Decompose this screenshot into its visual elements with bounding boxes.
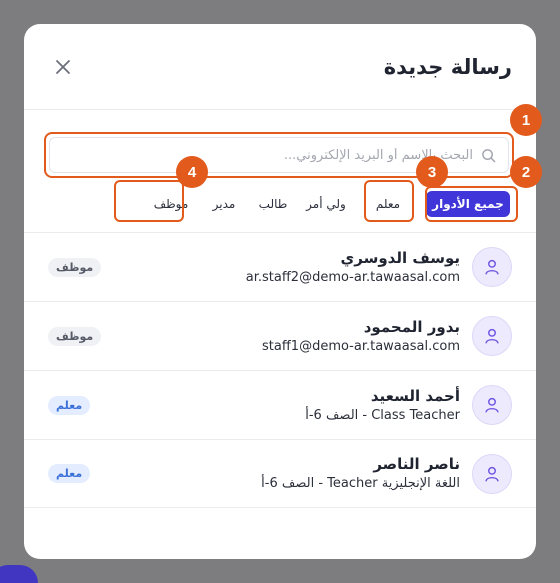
annotation-marker-3: 3	[416, 156, 448, 188]
role-badge: موظف	[48, 326, 102, 346]
avatar	[472, 385, 512, 425]
filter-parent[interactable]: ولي أمر	[300, 191, 352, 217]
contact-detail: Class Teacher - الصف 6-أ	[305, 407, 460, 423]
user-icon	[485, 259, 499, 275]
contact-info: يوسف الدوسري ar.staff2@demo-ar.tawaasal.…	[101, 248, 460, 287]
annotation-marker-1: 1	[510, 104, 542, 136]
contact-row[interactable]: يوسف الدوسري ar.staff2@demo-ar.tawaasal.…	[24, 232, 536, 301]
contact-name: بدور المحمود	[363, 317, 460, 336]
backdrop-button-fragment	[0, 565, 38, 583]
user-icon	[485, 466, 499, 481]
contact-name: يوسف الدوسري	[340, 248, 460, 267]
contact-info: بدور المحمود staff1@demo-ar.tawaasal.com	[101, 317, 460, 356]
contacts-list: يوسف الدوسري ar.staff2@demo-ar.tawaasal.…	[24, 232, 536, 508]
filter-all-roles[interactable]: جميع الأدوار	[426, 191, 510, 217]
search-input[interactable]	[62, 147, 481, 163]
filter-teacher[interactable]: معلم	[362, 191, 414, 217]
contact-row[interactable]: ناصر الناصر اللغة الإنجليزية Teacher - ا…	[24, 439, 536, 508]
user-icon	[485, 328, 499, 344]
role-badge: موظف	[48, 257, 102, 277]
role-badge: معلم	[48, 464, 91, 483]
search-icon	[482, 148, 496, 162]
new-message-modal: رسالة جديدة جميع الأدوار معلم ولي أمر طا…	[24, 24, 536, 559]
annotation-marker-4: 4	[176, 156, 208, 188]
contact-row[interactable]: أحمد السعيد Class Teacher - الصف 6-أ معل…	[24, 370, 536, 439]
contact-detail: ar.staff2@demo-ar.tawaasal.com	[245, 269, 460, 285]
close-button[interactable]	[52, 56, 74, 78]
contact-row[interactable]: بدور المحمود staff1@demo-ar.tawaasal.com…	[24, 301, 536, 370]
avatar	[472, 247, 512, 287]
filter-student[interactable]: طالب	[252, 191, 294, 217]
modal-title: رسالة جديدة	[383, 54, 512, 79]
contact-name: ناصر الناصر	[373, 455, 460, 473]
user-icon	[485, 397, 499, 413]
contact-name: أحمد السعيد	[370, 386, 460, 405]
contact-detail: staff1@demo-ar.tawaasal.com	[262, 338, 460, 354]
avatar	[472, 453, 512, 494]
contact-info: أحمد السعيد Class Teacher - الصف 6-أ	[90, 386, 460, 425]
contact-info: ناصر الناصر اللغة الإنجليزية Teacher - ا…	[90, 454, 460, 493]
contact-detail: اللغة الإنجليزية Teacher - الصف 6-أ	[261, 476, 460, 491]
role-badge: معلم	[48, 395, 91, 415]
filter-staff[interactable]: موظف	[140, 191, 202, 217]
avatar	[472, 316, 512, 356]
annotation-marker-2: 2	[510, 156, 542, 188]
modal-header: رسالة جديدة	[24, 24, 536, 110]
filter-admin[interactable]: مدير	[202, 191, 246, 217]
role-filter-bar: جميع الأدوار معلم ولي أمر طالب مدير موظف	[24, 180, 536, 224]
close-icon	[56, 59, 70, 74]
